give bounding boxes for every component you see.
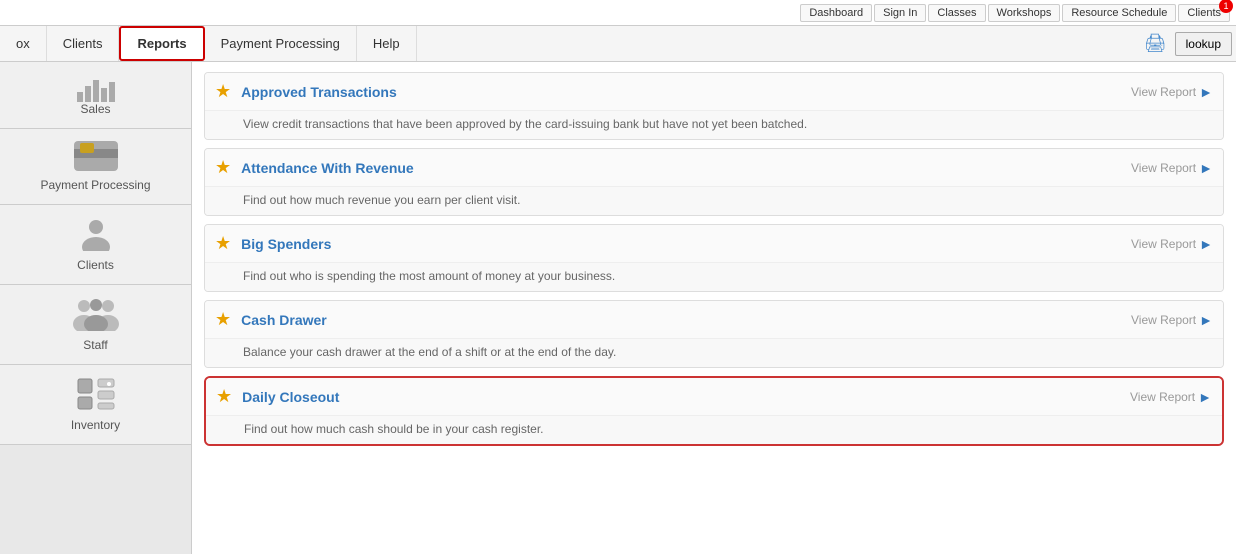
report-row-approved-transactions: ★ Approved Transactions View Report ► Vi…: [204, 72, 1224, 140]
sidebar-label-clients: Clients: [77, 258, 114, 272]
sidebar-item-payment-processing[interactable]: Payment Processing: [0, 129, 191, 205]
star-icon[interactable]: ★: [215, 309, 231, 330]
report-row-daily-closeout: ★ Daily Closeout View Report ► Find out …: [204, 376, 1224, 446]
top-nav-right: Dashboard Sign In Classes Workshops Reso…: [800, 4, 1230, 22]
clients-topnav-button[interactable]: Clients 1: [1178, 4, 1230, 22]
inventory-icon: [76, 377, 116, 414]
nav-item-payment-processing[interactable]: Payment Processing: [205, 26, 357, 61]
view-report-link[interactable]: View Report ►: [1131, 236, 1213, 252]
top-bar: Dashboard Sign In Classes Workshops Reso…: [0, 0, 1236, 26]
notification-badge: 1: [1219, 0, 1233, 13]
workshops-button[interactable]: Workshops: [988, 4, 1061, 22]
sidebar-label-sales: Sales: [80, 102, 110, 116]
chevron-right-icon: ►: [1198, 389, 1212, 405]
main-content: ★ Approved Transactions View Report ► Vi…: [192, 62, 1236, 554]
chevron-right-icon: ►: [1199, 160, 1213, 176]
report-row-attendance-with-revenue: ★ Attendance With Revenue View Report ► …: [204, 148, 1224, 216]
classes-button[interactable]: Classes: [928, 4, 985, 22]
nav-item-ox[interactable]: ox: [0, 26, 47, 61]
report-description: Balance your cash drawer at the end of a…: [205, 339, 1223, 367]
report-title[interactable]: Big Spenders: [241, 236, 1131, 252]
sidebar-label-staff: Staff: [83, 338, 107, 352]
view-report-link[interactable]: View Report ►: [1131, 84, 1213, 100]
chevron-right-icon: ►: [1199, 84, 1213, 100]
resource-schedule-button[interactable]: Resource Schedule: [1062, 4, 1176, 22]
report-title[interactable]: Cash Drawer: [241, 312, 1131, 328]
sidebar-item-staff[interactable]: Staff: [0, 285, 191, 365]
sidebar-item-sales[interactable]: Sales: [0, 62, 191, 129]
nav-item-help[interactable]: Help: [357, 26, 417, 61]
report-description: Find out who is spending the most amount…: [205, 263, 1223, 291]
report-description: Find out how much cash should be in your…: [206, 416, 1222, 444]
view-report-link[interactable]: View Report ►: [1131, 312, 1213, 328]
report-title[interactable]: Daily Closeout: [242, 389, 1130, 405]
report-description: View credit transactions that have been …: [205, 111, 1223, 139]
staff-icon: [70, 297, 122, 334]
report-title[interactable]: Approved Transactions: [241, 84, 1131, 100]
nav-item-reports[interactable]: Reports: [119, 26, 204, 61]
report-header: ★ Cash Drawer View Report ►: [205, 301, 1223, 339]
report-title[interactable]: Attendance With Revenue: [241, 160, 1131, 176]
cc-icon: [74, 141, 118, 174]
layout: Sales Payment Processing Clients: [0, 62, 1236, 554]
view-report-link[interactable]: View Report ►: [1130, 389, 1212, 405]
report-row-cash-drawer: ★ Cash Drawer View Report ► Balance your…: [204, 300, 1224, 368]
report-description: Find out how much revenue you earn per c…: [205, 187, 1223, 215]
star-icon[interactable]: ★: [215, 233, 231, 254]
main-nav: ox Clients Reports Payment Processing He…: [0, 26, 1236, 62]
star-icon[interactable]: ★: [215, 157, 231, 178]
dashboard-button[interactable]: Dashboard: [800, 4, 872, 22]
lookup-button[interactable]: lookup: [1175, 32, 1232, 56]
report-header: ★ Big Spenders View Report ►: [205, 225, 1223, 263]
chevron-right-icon: ►: [1199, 312, 1213, 328]
nav-item-clients[interactable]: Clients: [47, 26, 120, 61]
sidebar-item-clients[interactable]: Clients: [0, 205, 191, 285]
star-icon[interactable]: ★: [216, 386, 232, 407]
sidebar-label-payment: Payment Processing: [40, 178, 150, 192]
sidebar: Sales Payment Processing Clients: [0, 62, 192, 554]
report-header: ★ Approved Transactions View Report ►: [205, 73, 1223, 111]
view-report-link[interactable]: View Report ►: [1131, 160, 1213, 176]
report-header: ★ Daily Closeout View Report ►: [206, 378, 1222, 416]
signin-button[interactable]: Sign In: [874, 4, 926, 22]
sales-icon: [77, 74, 115, 102]
sidebar-label-inventory: Inventory: [71, 418, 120, 432]
chevron-right-icon: ►: [1199, 236, 1213, 252]
clients-icon: [74, 217, 118, 254]
report-row-big-spenders: ★ Big Spenders View Report ► Find out wh…: [204, 224, 1224, 292]
sidebar-item-inventory[interactable]: Inventory: [0, 365, 191, 445]
reports-container: ★ Approved Transactions View Report ► Vi…: [204, 72, 1224, 446]
report-header: ★ Attendance With Revenue View Report ►: [205, 149, 1223, 187]
star-icon[interactable]: ★: [215, 81, 231, 102]
print-icon[interactable]: 🖨: [1144, 33, 1167, 54]
